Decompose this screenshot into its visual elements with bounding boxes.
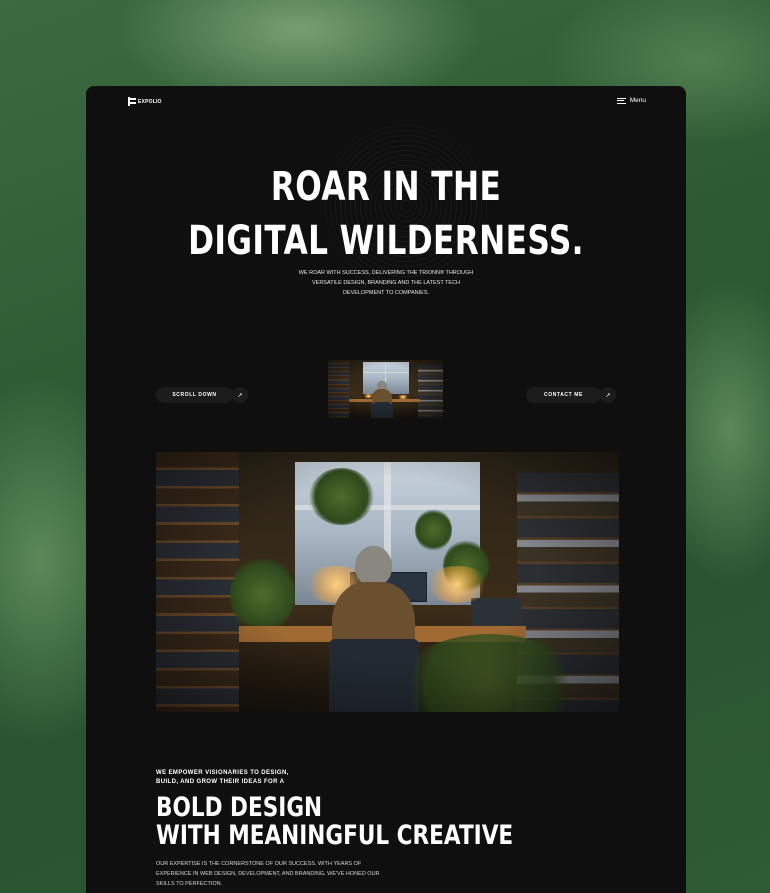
logo[interactable]: EXPOLIO — [128, 97, 162, 106]
menu-button[interactable]: Menu — [616, 97, 646, 104]
page-frame: EXPOLIO Menu ROAR IN THE DIGITAL WILDERN… — [86, 86, 686, 893]
hero-thumbnail-image[interactable] — [328, 360, 443, 418]
scroll-down-button[interactable]: SCROLL DOWN — [156, 387, 233, 403]
menu-label: Menu — [629, 97, 646, 104]
logo-text: EXPOLIO — [138, 98, 162, 105]
about-body: OUR EXPERTISE IS THE CORNERSTONE OF OUR … — [156, 861, 380, 887]
logo-mark-icon — [128, 97, 136, 106]
hero-title-line-1: ROAR IN THE — [270, 164, 502, 210]
contact-arrow-icon[interactable]: ↗ — [600, 387, 616, 403]
contact-me-button[interactable]: CONTACT ME — [526, 387, 601, 403]
about-kicker: WE EMPOWER VISIONARIES TO DESIGN, BUILD,… — [156, 770, 289, 785]
top-nav: EXPOLIO Menu — [86, 86, 686, 118]
workspace-photo — [156, 452, 619, 712]
hamburger-icon — [616, 97, 626, 104]
scroll-arrow-icon[interactable]: ↗ — [232, 387, 248, 403]
about-title-line-1: BOLD DESIGN — [156, 792, 323, 823]
hero-subtitle: WE ROAR WITH SUCCESS, DELIVERING THE TRI… — [298, 270, 474, 296]
hero-title-line-2: DIGITAL WILDERNESS. — [188, 218, 584, 264]
about-title-line-2: WITH MEANINGFUL CREATIVE — [156, 820, 514, 851]
